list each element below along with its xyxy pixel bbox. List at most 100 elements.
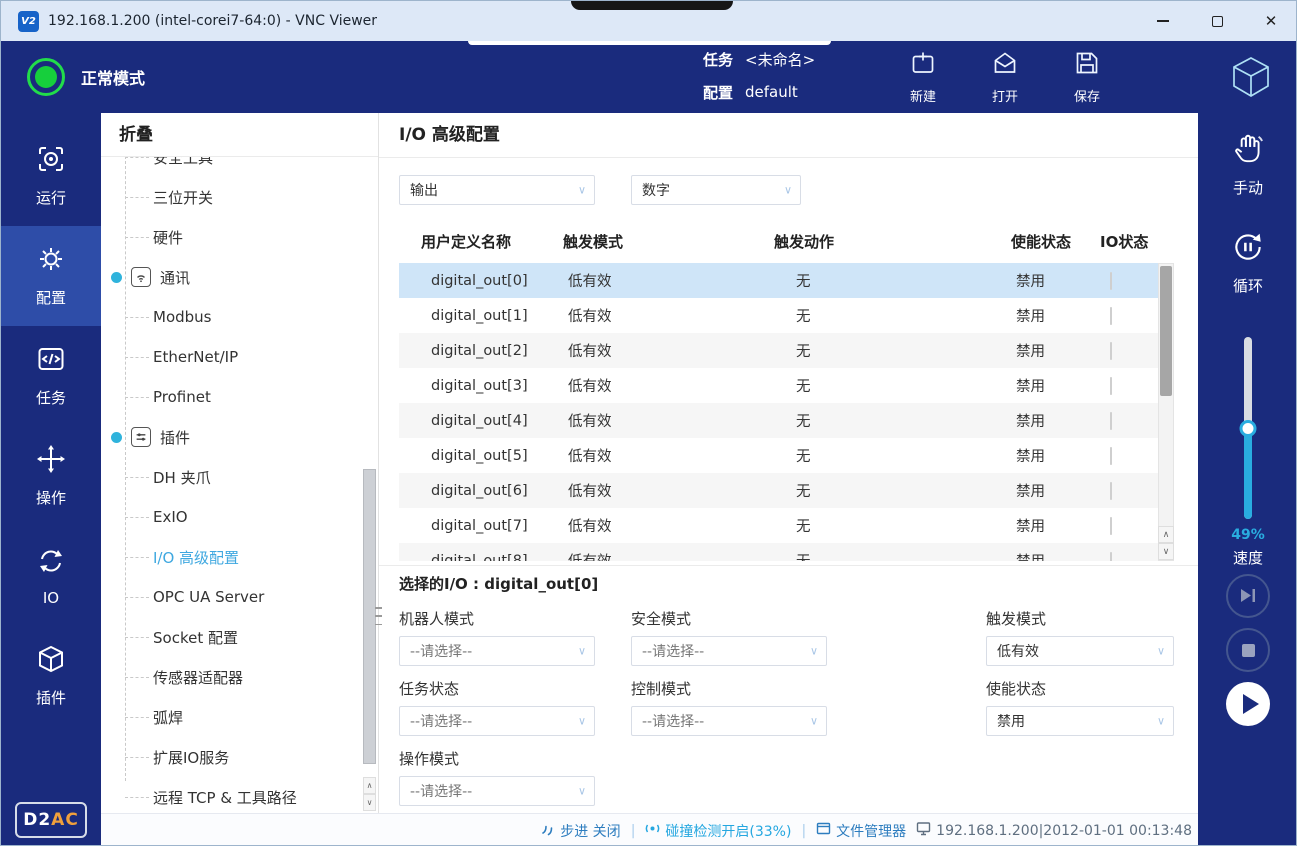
table-row[interactable]: digital_out[1] 低有效 无 禁用 xyxy=(399,298,1158,333)
scroll-down-button[interactable]: ∨ xyxy=(363,794,376,811)
task-state-select[interactable]: --请选择--∨ xyxy=(399,706,595,736)
chevron-down-icon: ∨ xyxy=(1157,715,1165,728)
sidebar-item-io[interactable]: IO xyxy=(1,526,101,626)
tree-item-extended-io-service[interactable]: 扩展IO服务 xyxy=(101,737,378,777)
tree-item-profinet[interactable]: Profinet xyxy=(101,377,378,417)
tree-item-plugin[interactable]: 插件 xyxy=(101,417,378,457)
io-state-checkbox[interactable] xyxy=(1110,342,1112,360)
sliders-icon xyxy=(131,427,151,447)
page-title: I/O 高级配置 xyxy=(379,113,1198,158)
operation-mode-field: 操作模式 --请选择--∨ xyxy=(399,748,595,806)
sidebar-item-run[interactable]: 运行 xyxy=(1,126,101,226)
tree-item-three-position-switch[interactable]: 三位开关 xyxy=(101,177,378,217)
header-highlight-bar xyxy=(468,41,831,45)
collision-icon xyxy=(645,821,660,840)
trigger-mode-select[interactable]: 低有效∨ xyxy=(986,636,1174,666)
tree-item-sensor-adapter[interactable]: 传感器适配器 xyxy=(101,657,378,697)
left-sidebar: 运行 配置 任务 操作 IO xyxy=(1,113,101,846)
task-info: 任务 <未命名> 配置 default xyxy=(703,48,815,114)
trigger-mode-field: 触发模式 低有效∨ xyxy=(986,608,1174,666)
sidebar-item-task[interactable]: 任务 xyxy=(1,326,101,426)
tree-item-io-advanced-config[interactable]: I/O 高级配置 xyxy=(101,537,378,577)
hand-icon xyxy=(1230,152,1266,171)
table-row[interactable]: digital_out[5] 低有效 无 禁用 xyxy=(399,438,1158,473)
io-state-checkbox[interactable] xyxy=(1110,377,1112,395)
safety-mode-select[interactable]: --请选择--∨ xyxy=(631,636,827,666)
table-scrollbar-thumb[interactable] xyxy=(1160,266,1172,396)
scroll-down-button[interactable]: ∨ xyxy=(1158,543,1174,560)
new-button[interactable]: 新建 xyxy=(892,49,954,105)
robot-mode-select[interactable]: --请选择--∨ xyxy=(399,636,595,666)
sidebar-item-operate[interactable]: 操作 xyxy=(1,426,101,526)
table-scrollbar[interactable]: ∧ ∨ xyxy=(1158,263,1174,561)
sidebar-item-config[interactable]: 配置 xyxy=(1,226,101,326)
step-mode-status[interactable]: 步进 关闭 xyxy=(540,821,620,841)
maximize-button[interactable] xyxy=(1190,1,1244,41)
run-viewfinder-icon xyxy=(36,144,66,178)
tree-item-communication[interactable]: 通讯 xyxy=(101,257,378,297)
tree-scrollbar[interactable]: ∧ ∨ xyxy=(363,159,376,811)
loop-mode-button[interactable]: 循环 xyxy=(1198,229,1297,296)
stop-button[interactable] xyxy=(1226,628,1270,672)
table-row[interactable]: digital_out[3] 低有效 无 禁用 xyxy=(399,368,1158,403)
control-mode-select[interactable]: --请选择--∨ xyxy=(631,706,827,736)
tree-item-ethernet-ip[interactable]: EtherNet/IP xyxy=(101,337,378,377)
save-floppy-icon xyxy=(1073,49,1101,81)
io-state-checkbox[interactable] xyxy=(1110,272,1112,290)
tree-item-hardware[interactable]: 硬件 xyxy=(101,217,378,257)
tree-item-socket-config[interactable]: Socket 配置 xyxy=(101,617,378,657)
panel-splitter-handle[interactable] xyxy=(375,607,382,625)
table-row[interactable]: digital_out[8] 低有效 无 禁用 xyxy=(399,543,1158,561)
tree-item-safety-tool[interactable]: 安全工具 xyxy=(101,157,378,177)
direction-select[interactable]: 输出 ∨ xyxy=(399,175,595,205)
io-state-checkbox[interactable] xyxy=(1110,307,1112,325)
sidebar-item-plugin[interactable]: 插件 xyxy=(1,626,101,726)
chevron-down-icon: ∨ xyxy=(578,645,586,658)
chevron-down-icon: ∨ xyxy=(810,715,818,728)
table-row[interactable]: digital_out[6] 低有效 无 禁用 xyxy=(399,473,1158,508)
collision-detection-status[interactable]: 碰撞检测开启(33%) xyxy=(645,821,791,841)
io-table-header: 用户定义名称 触发模式 触发动作 使能状态 IO状态 xyxy=(399,221,1158,261)
column-header: 触发模式 xyxy=(549,231,754,252)
table-row[interactable]: digital_out[4] 低有效 无 禁用 xyxy=(399,403,1158,438)
scroll-up-button[interactable]: ∧ xyxy=(363,777,376,794)
gear-icon xyxy=(36,244,66,278)
io-state-checkbox[interactable] xyxy=(1110,517,1112,535)
io-state-checkbox[interactable] xyxy=(1110,552,1112,562)
file-manager-button[interactable]: 文件管理器 xyxy=(816,821,906,841)
io-state-checkbox[interactable] xyxy=(1110,412,1112,430)
operation-mode-select[interactable]: --请选择--∨ xyxy=(399,776,595,806)
slider-thumb[interactable] xyxy=(1240,420,1257,437)
io-state-checkbox[interactable] xyxy=(1110,482,1112,500)
io-state-checkbox[interactable] xyxy=(1110,447,1112,465)
mode-label: 正常模式 xyxy=(81,65,145,89)
open-button[interactable]: 打开 xyxy=(974,49,1036,105)
task-label: 任务 xyxy=(703,49,733,70)
signal-type-select[interactable]: 数字 ∨ xyxy=(631,175,801,205)
table-row[interactable]: digital_out[2] 低有效 无 禁用 xyxy=(399,333,1158,368)
step-forward-button[interactable] xyxy=(1226,574,1270,618)
play-button[interactable] xyxy=(1226,682,1270,726)
tree-item-exio[interactable]: ExIO xyxy=(101,497,378,537)
tree-item-dh-gripper[interactable]: DH 夹爪 xyxy=(101,457,378,497)
tree-item-modbus[interactable]: Modbus xyxy=(101,297,378,337)
scroll-up-button[interactable]: ∧ xyxy=(1158,526,1174,543)
tree-item-remote-tcp-toolpath[interactable]: 远程 TCP & 工具路径 xyxy=(101,777,378,813)
table-row[interactable]: digital_out[0] 低有效 无 禁用 xyxy=(399,263,1158,298)
enable-state-select[interactable]: 禁用∨ xyxy=(986,706,1174,736)
separator: | xyxy=(801,823,806,839)
play-icon xyxy=(1243,694,1259,714)
main-panel: I/O 高级配置 输出 ∨ 数字 ∨ 用户定义名称 触发模式 触发动作 使能状态… xyxy=(379,113,1198,813)
close-button[interactable]: ✕ xyxy=(1244,1,1297,41)
safety-mode-field: 安全模式 --请选择--∨ xyxy=(631,608,827,666)
manual-mode-button[interactable]: 手动 xyxy=(1198,131,1297,198)
titlebar: V2 192.168.1.200 (intel-corei7-64:0) - V… xyxy=(1,1,1297,41)
table-row[interactable]: digital_out[7] 低有效 无 禁用 xyxy=(399,508,1158,543)
tree-item-opc-ua-server[interactable]: OPC UA Server xyxy=(101,577,378,617)
minimize-button[interactable] xyxy=(1136,1,1190,41)
right-sidebar: 手动 循环 49% 速度 xyxy=(1198,113,1297,846)
save-button[interactable]: 保存 xyxy=(1056,49,1118,105)
collapse-button[interactable]: 折叠 xyxy=(101,113,378,157)
tree-item-arc-welding[interactable]: 弧焊 xyxy=(101,697,378,737)
speed-slider[interactable] xyxy=(1244,337,1252,519)
